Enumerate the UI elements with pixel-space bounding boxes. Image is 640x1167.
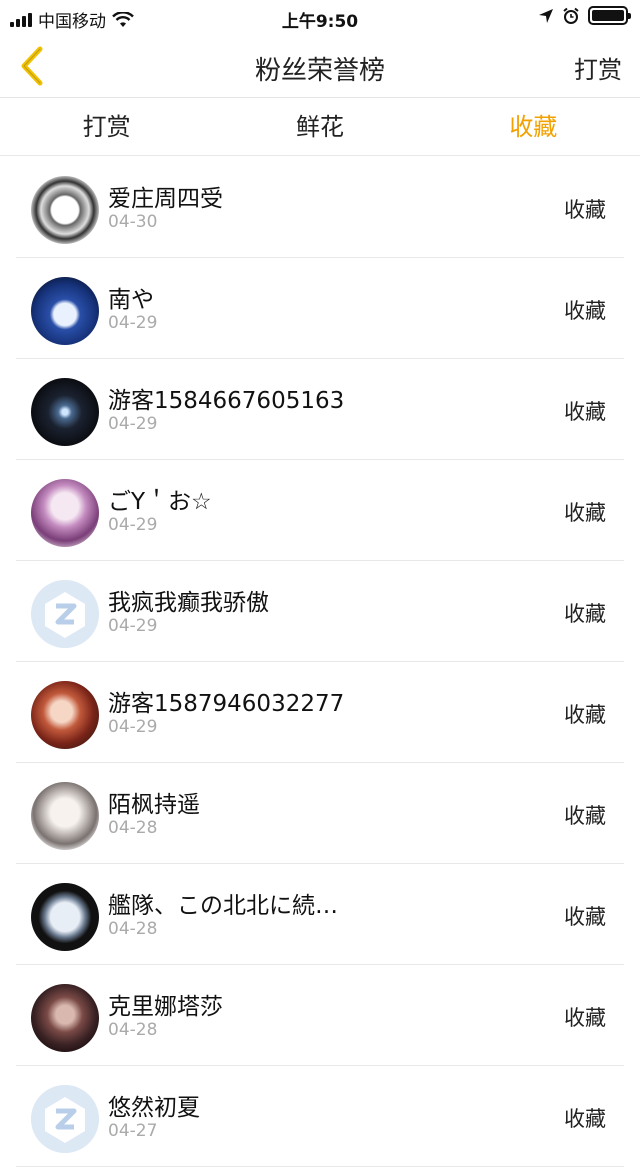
item-action: 收藏 <box>564 804 606 828</box>
user-name: 悠然初夏 <box>108 1095 200 1121</box>
item-action: 收藏 <box>564 501 606 525</box>
default-avatar-icon <box>31 580 99 648</box>
item-action: 收藏 <box>564 905 606 929</box>
avatar <box>31 479 99 547</box>
list-item[interactable]: ごY＇お☆ 04-29 收藏 <box>0 460 640 561</box>
nav-bar: 粉丝荣誉榜 打赏 <box>0 34 640 98</box>
list-item[interactable]: 游客1584667605163 04-29 收藏 <box>0 359 640 460</box>
item-action: 收藏 <box>564 299 606 323</box>
location-arrow-icon <box>539 8 553 23</box>
list-item[interactable]: 南や 04-29 收藏 <box>0 258 640 359</box>
default-avatar-icon <box>31 1085 99 1153</box>
status-bar: 中国移动 上午9:50 <box>0 0 640 34</box>
avatar <box>31 176 99 244</box>
item-date: 04-30 <box>108 212 158 232</box>
list-item[interactable]: 爱庄周四受 04-30 收藏 <box>0 157 640 258</box>
item-action: 收藏 <box>564 1006 606 1030</box>
item-action: 收藏 <box>564 198 606 222</box>
user-name: 游客1584667605163 <box>108 388 345 414</box>
user-name: 陌枫持遥 <box>108 792 200 818</box>
user-name: 克里娜塔莎 <box>108 994 223 1020</box>
back-button[interactable] <box>10 42 54 90</box>
avatar <box>31 580 99 648</box>
tab-flowers[interactable]: 鲜花 <box>213 99 426 155</box>
list-item[interactable]: 悠然初夏 04-27 收藏 <box>0 1066 640 1167</box>
user-name: 游客1587946032277 <box>108 691 345 717</box>
avatar <box>31 883 99 951</box>
avatar <box>31 1085 99 1153</box>
alarm-icon <box>563 7 579 24</box>
user-name: 爱庄周四受 <box>108 186 223 212</box>
item-action: 收藏 <box>564 1107 606 1131</box>
page-title: 粉丝荣誉榜 <box>254 56 385 86</box>
item-action: 收藏 <box>564 602 606 626</box>
tab-favorites[interactable]: 收藏 <box>427 99 640 155</box>
item-action: 收藏 <box>564 703 606 727</box>
user-name: 艦隊、この北北に続… <box>108 893 338 919</box>
avatar <box>31 378 99 446</box>
status-right <box>538 6 631 25</box>
item-date: 04-28 <box>108 1020 158 1040</box>
item-date: 04-28 <box>108 919 158 939</box>
item-date: 04-28 <box>108 818 158 838</box>
item-action: 收藏 <box>564 400 606 424</box>
list-item[interactable]: 艦隊、この北北に続… 04-28 收藏 <box>0 864 640 965</box>
item-date: 04-29 <box>108 515 158 535</box>
fan-list: 爱庄周四受 04-30 收藏 南や 04-29 收藏 游客15846676051… <box>0 157 640 1167</box>
battery-icon <box>588 6 631 25</box>
tab-bar: 打赏 鲜花 收藏 <box>0 99 640 156</box>
avatar <box>31 277 99 345</box>
user-name: 我疯我癫我骄傲 <box>108 590 269 616</box>
user-name: ごY＇お☆ <box>108 489 212 515</box>
list-item[interactable]: 陌枫持遥 04-28 收藏 <box>0 763 640 864</box>
list-item[interactable]: 我疯我癫我骄傲 04-29 收藏 <box>0 561 640 662</box>
avatar <box>31 984 99 1052</box>
item-date: 04-29 <box>108 717 158 737</box>
user-name: 南や <box>108 287 154 313</box>
item-date: 04-29 <box>108 414 158 434</box>
chevron-left-icon <box>21 46 43 86</box>
avatar <box>31 782 99 850</box>
avatar <box>31 681 99 749</box>
tab-reward[interactable]: 打赏 <box>0 99 213 155</box>
reward-button[interactable]: 打赏 <box>574 50 622 85</box>
item-date: 04-29 <box>108 616 158 636</box>
list-item[interactable]: 游客1587946032277 04-29 收藏 <box>0 662 640 763</box>
list-item[interactable]: 克里娜塔莎 04-28 收藏 <box>0 965 640 1066</box>
item-date: 04-27 <box>108 1121 158 1141</box>
item-date: 04-29 <box>108 313 158 333</box>
